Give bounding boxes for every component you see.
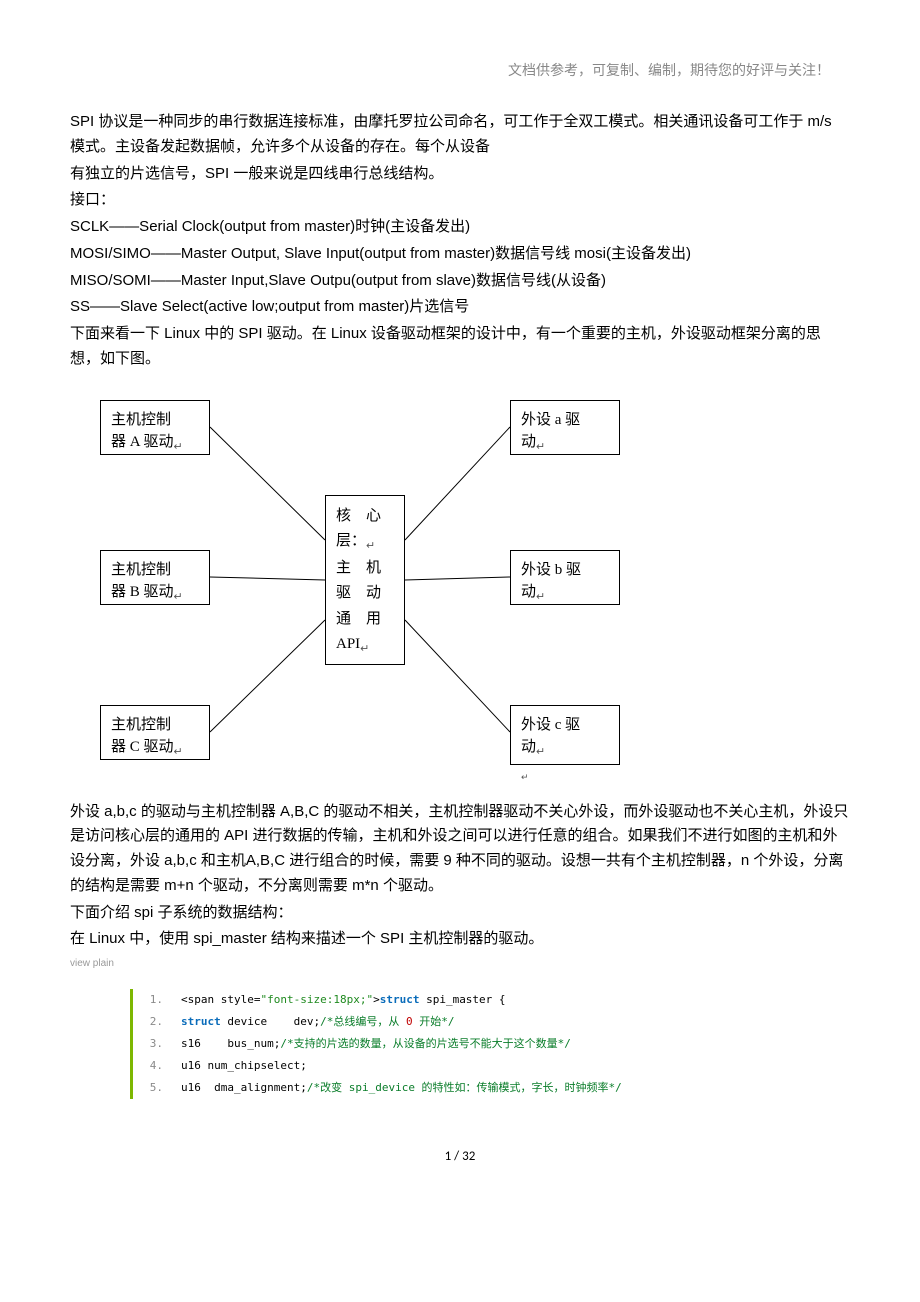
para: 下面来看一下 Linux 中的 SPI 驱动。在 Linux 设备驱动框架的设计… xyxy=(70,322,850,372)
page-footer: 1 / 32 xyxy=(70,1149,850,1164)
code-line: struct device dev;/*总线编号，从 0 开始*/ xyxy=(133,1011,850,1033)
para: MISO/SOMI——Master Input,Slave Outpu(outp… xyxy=(70,269,850,294)
architecture-diagram: 主机控制器 A 驱动↵ 主机控制器 B 驱动↵ 主机控制器 C 驱动↵ 核 心层… xyxy=(100,390,660,790)
view-plain-link[interactable]: view plain xyxy=(70,958,850,969)
para: SCLK——Serial Clock(output from master)时钟… xyxy=(70,215,850,240)
para: SS——Slave Select(active low;output from … xyxy=(70,295,850,320)
box-dev-b: 外设 b 驱动↵ xyxy=(510,550,620,605)
para: 有独立的片选信号，SPI 一般来说是四线串行总线结构。 xyxy=(70,162,850,187)
code-line: <span style="font-size:18px;">struct spi… xyxy=(133,989,850,1011)
box-host-a: 主机控制器 A 驱动↵ xyxy=(100,400,210,455)
box-host-c: 主机控制器 C 驱动↵ xyxy=(100,705,210,760)
box-dev-a: 外设 a 驱动↵ xyxy=(510,400,620,455)
para: 在 Linux 中，使用 spi_master 结构来描述一个 SPI 主机控制… xyxy=(70,927,850,952)
code-line: s16 bus_num;/*支持的片选的数量，从设备的片选号不能大于这个数量*/ xyxy=(133,1033,850,1055)
para: 外设 a,b,c 的驱动与主机控制器 A,B,C 的驱动不相关，主机控制器驱动不… xyxy=(70,800,850,899)
code-block: <span style="font-size:18px;">struct spi… xyxy=(130,989,850,1099)
para: SPI 协议是一种同步的串行数据连接标准，由摩托罗拉公司命名，可工作于全双工模式… xyxy=(70,110,850,160)
box-dev-c: 外设 c 驱动↵↵ xyxy=(510,705,620,765)
para: MOSI/SIMO——Master Output, Slave Input(ou… xyxy=(70,242,850,267)
code-line: u16 num_chipselect; xyxy=(133,1055,850,1077)
intro-text: SPI 协议是一种同步的串行数据连接标准，由摩托罗拉公司命名，可工作于全双工模式… xyxy=(70,110,850,372)
box-core: 核 心层：↵主 机驱 动通 用API↵ xyxy=(325,495,405,665)
para: 下面介绍 spi 子系统的数据结构： xyxy=(70,901,850,926)
header-note: 文档供参考，可复制、编制，期待您的好评与关注！ xyxy=(70,60,850,80)
para: 接口： xyxy=(70,188,850,213)
after-diagram-text: 外设 a,b,c 的驱动与主机控制器 A,B,C 的驱动不相关，主机控制器驱动不… xyxy=(70,800,850,953)
code-line: u16 dma_alignment;/*改变 spi_device 的特性如：传… xyxy=(133,1077,850,1099)
box-host-b: 主机控制器 B 驱动↵ xyxy=(100,550,210,605)
